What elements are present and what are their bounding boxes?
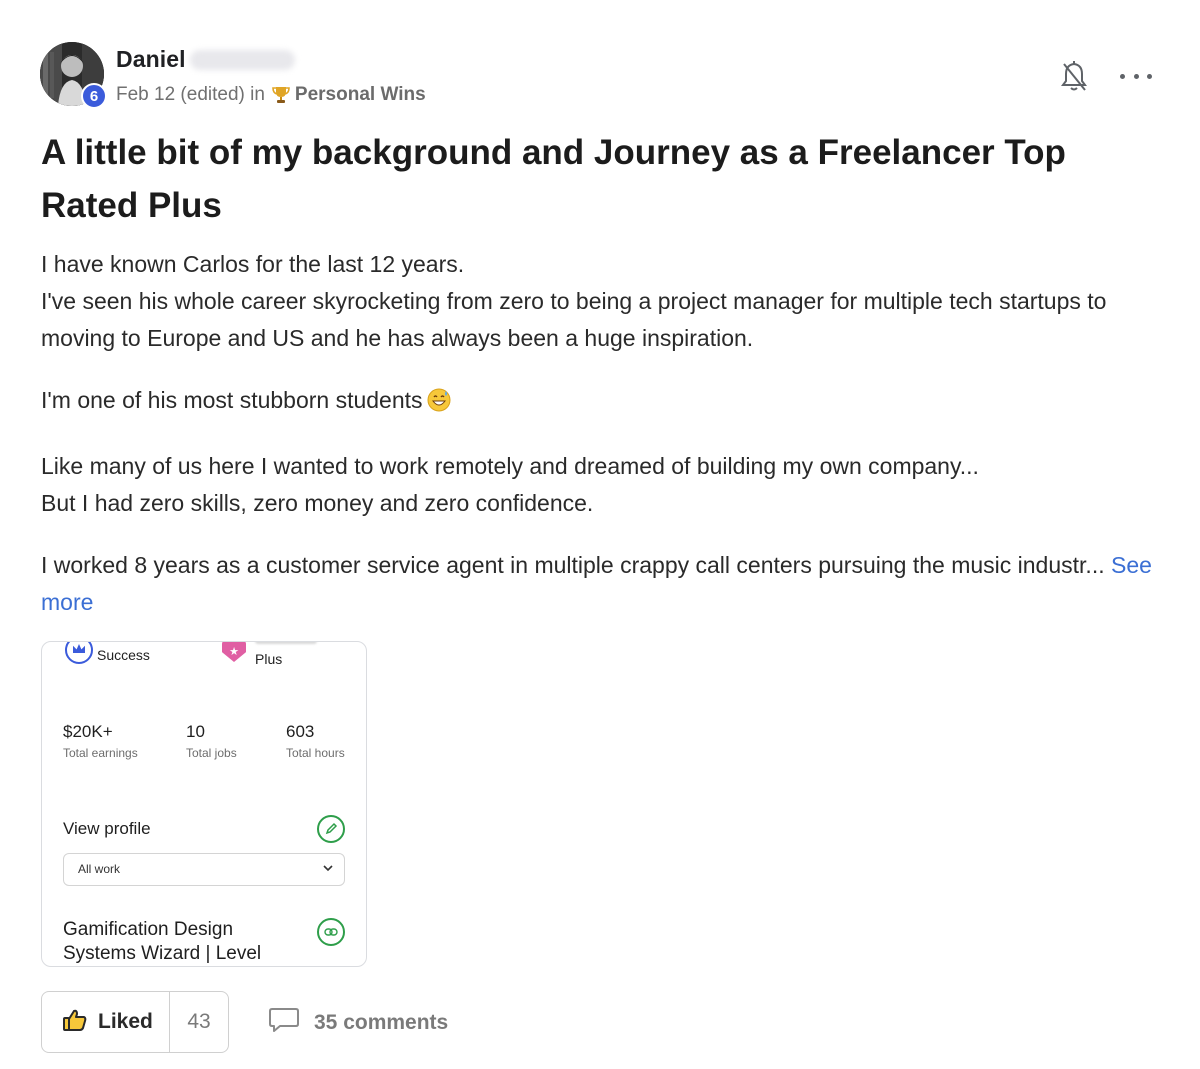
liked-label: Liked [98, 1010, 153, 1033]
like-control: Liked 43 [41, 991, 229, 1053]
paragraph-line: I worked 8 years as a customer service a… [41, 552, 1105, 578]
chevron-down-icon [322, 862, 334, 877]
author-last-name-redacted [190, 50, 295, 70]
level-badge: 6 [81, 83, 107, 109]
stat-hours: 603 Total hours [286, 722, 345, 760]
badge-plus-label: Plus [255, 651, 283, 667]
stat-earnings: $20K+ Total earnings [63, 722, 138, 760]
author-name[interactable]: Daniel [116, 46, 186, 73]
comments-count-label: 35 comments [314, 1010, 449, 1034]
paragraph-line: I've seen his whole career skyrocketing … [41, 288, 1107, 351]
paragraph-line: Like many of us here I wanted to work re… [41, 453, 979, 479]
badge-success-label: Success [97, 647, 150, 663]
top-rated-plus-icon: ★ [222, 642, 246, 662]
paragraph-line: I'm one of his most stubborn students [41, 387, 423, 413]
paragraph-line: But I had zero skills, zero money and ze… [41, 490, 594, 516]
stat-value: 603 [286, 722, 315, 741]
comments-button[interactable]: 35 comments [268, 1006, 448, 1039]
post-body: I have known Carlos for the last 12 year… [41, 246, 1176, 646]
post-title: A little bit of my background and Journe… [41, 133, 1066, 225]
stat-jobs: 10 Total jobs [186, 722, 237, 760]
trophy-icon [271, 85, 291, 105]
paragraph: I'm one of his most stubborn students [41, 382, 1176, 423]
job-success-icon [65, 642, 93, 664]
post-meta: Feb 12 (edited) in Personal Wins [116, 84, 426, 106]
like-button[interactable]: Liked [42, 992, 170, 1052]
view-profile-label: View profile [63, 819, 151, 838]
gig-title: Gamification Design Systems Wizard | Lev… [63, 919, 262, 964]
badge-top-rated-text [255, 642, 317, 644]
link-icon [317, 918, 345, 946]
stat-label: Total earnings [63, 746, 138, 760]
stat-label: Total hours [286, 746, 345, 760]
avatar[interactable]: 6 [40, 42, 107, 109]
post-date: Feb 12 (edited) in [116, 84, 265, 105]
thumbs-up-icon [62, 1008, 88, 1037]
post-card: 6 Daniel Feb 12 (edited) in Personal Win… [0, 0, 1200, 1069]
post-category[interactable]: Personal Wins [295, 84, 426, 106]
more-options-icon[interactable] [1120, 66, 1152, 86]
grinning-sweat-emoji-icon [427, 386, 451, 423]
badge-row: Success ★ Plus [42, 642, 366, 682]
attached-image[interactable]: Success ★ Plus $20K+ Total earnings 10 T… [41, 641, 367, 967]
stat-label: Total jobs [186, 746, 237, 760]
paragraph: I have known Carlos for the last 12 year… [41, 246, 1176, 357]
stat-value: $20K+ [63, 722, 113, 741]
select-value: All work [78, 862, 121, 876]
bell-off-icon[interactable] [1059, 60, 1089, 94]
like-count[interactable]: 43 [170, 992, 228, 1052]
comment-bubble-icon [268, 1006, 300, 1039]
edit-pencil-icon [317, 815, 345, 843]
stat-value: 10 [186, 722, 205, 741]
paragraph-line: I have known Carlos for the last 12 year… [41, 251, 465, 277]
paragraph: I worked 8 years as a customer service a… [41, 547, 1176, 621]
work-filter-select: All work [63, 853, 345, 886]
paragraph: Like many of us here I wanted to work re… [41, 448, 1176, 522]
